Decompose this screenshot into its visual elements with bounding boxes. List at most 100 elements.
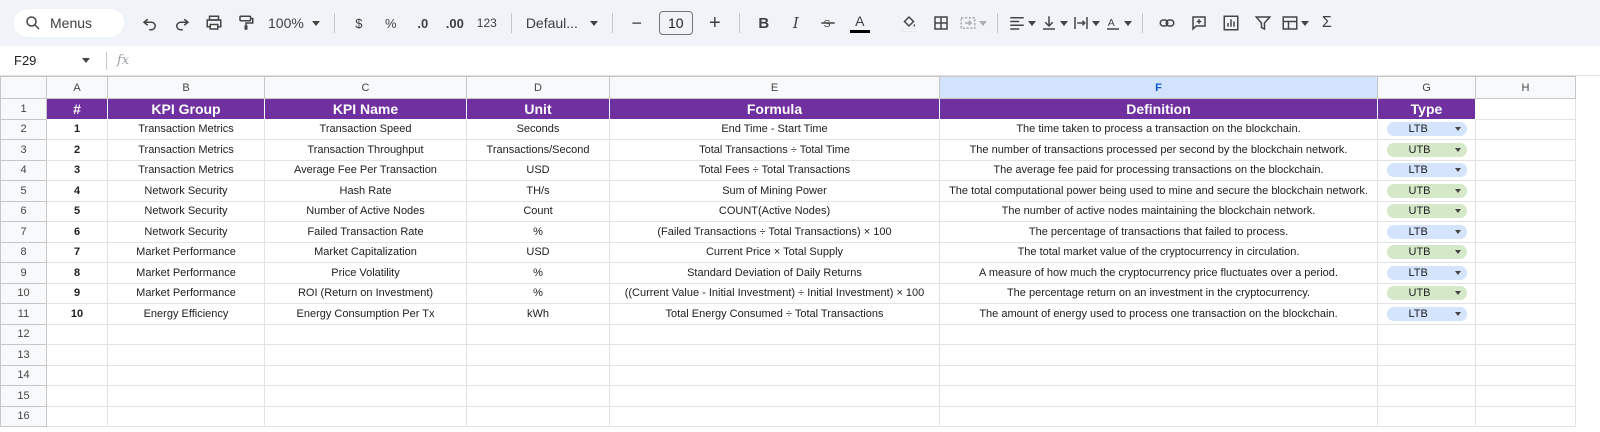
strikethrough-button[interactable]: S (814, 9, 842, 37)
cell[interactable] (939, 323, 1378, 345)
cell[interactable] (1475, 118, 1576, 140)
cell[interactable] (1475, 180, 1576, 202)
filter-views-button[interactable] (1281, 9, 1309, 37)
cell-formula[interactable]: Total Energy Consumed ÷ Total Transactio… (609, 303, 940, 325)
cell-definition[interactable]: The total market value of the cryptocurr… (939, 241, 1378, 263)
cell-formula[interactable]: ((Current Value - Initial Investment) ÷ … (609, 282, 940, 304)
cell-number[interactable]: 8 (46, 262, 108, 284)
cell[interactable] (939, 405, 1378, 427)
type-dropdown-chip[interactable]: LTB (1386, 224, 1467, 239)
cell[interactable] (1475, 200, 1576, 222)
column-header-g[interactable]: G (1377, 76, 1476, 99)
cell-kpi-name[interactable]: Transaction Speed (264, 118, 467, 140)
cell-kpi-group[interactable]: Market Performance (107, 262, 265, 284)
cell-kpi-name[interactable]: Average Fee Per Transaction (264, 159, 467, 181)
cell[interactable] (466, 385, 610, 407)
cell-formula[interactable]: Total Transactions ÷ Total Time (609, 139, 940, 161)
cell[interactable] (107, 323, 265, 345)
type-dropdown-chip[interactable]: LTB (1386, 122, 1467, 137)
cell[interactable] (466, 344, 610, 366)
cell[interactable] (939, 364, 1378, 386)
cell-kpi-group[interactable]: Market Performance (107, 282, 265, 304)
type-dropdown-chip[interactable]: LTB (1386, 306, 1467, 321)
cell-number[interactable]: 7 (46, 241, 108, 263)
cell-unit[interactable]: Count (466, 200, 610, 222)
cell-formula[interactable]: Standard Deviation of Daily Returns (609, 262, 940, 284)
cell[interactable] (1475, 98, 1576, 120)
cell[interactable] (1475, 159, 1576, 181)
cell-unit[interactable]: kWh (466, 303, 610, 325)
horizontal-align-button[interactable] (1008, 9, 1036, 37)
cell-kpi-group[interactable]: Network Security (107, 200, 265, 222)
increase-decimal-button[interactable]: .00 (441, 9, 469, 37)
cell-kpi-group[interactable]: Energy Efficiency (107, 303, 265, 325)
cell[interactable] (46, 344, 108, 366)
row-header[interactable]: 3 (0, 139, 47, 161)
cell-number[interactable]: 10 (46, 303, 108, 325)
column-header-c[interactable]: C (264, 76, 467, 99)
insert-comment-button[interactable] (1185, 9, 1213, 37)
header-cell-type[interactable]: Type (1377, 98, 1476, 120)
cell-type[interactable]: UTB (1377, 139, 1476, 161)
row-header[interactable]: 4 (0, 159, 47, 181)
insert-chart-button[interactable] (1217, 9, 1245, 37)
cell-kpi-group[interactable]: Transaction Metrics (107, 118, 265, 140)
cell-type[interactable]: LTB (1377, 159, 1476, 181)
row-header[interactable]: 14 (0, 364, 47, 386)
cell-type[interactable]: LTB (1377, 118, 1476, 140)
cell[interactable] (609, 405, 940, 427)
cell-kpi-name[interactable]: Hash Rate (264, 180, 467, 202)
cell-definition[interactable]: The number of active nodes maintaining t… (939, 200, 1378, 222)
cell-type[interactable]: UTB (1377, 180, 1476, 202)
cell-kpi-name[interactable]: ROI (Return on Investment) (264, 282, 467, 304)
cell-definition[interactable]: The amount of energy used to process one… (939, 303, 1378, 325)
cell-formula[interactable]: (Failed Transactions ÷ Total Transaction… (609, 221, 940, 243)
cell[interactable] (1475, 139, 1576, 161)
cell[interactable] (466, 364, 610, 386)
header-cell-kpi-name[interactable]: KPI Name (264, 98, 467, 120)
fill-color-button[interactable] (895, 9, 923, 37)
cell[interactable] (264, 385, 467, 407)
cell-number[interactable]: 3 (46, 159, 108, 181)
decrease-decimal-button[interactable]: .0 (409, 9, 437, 37)
cell[interactable] (46, 364, 108, 386)
bold-button[interactable]: B (750, 9, 778, 37)
name-box[interactable]: F29 (0, 53, 100, 68)
cell-kpi-name[interactable]: Market Capitalization (264, 241, 467, 263)
cell-definition[interactable]: The number of transactions processed per… (939, 139, 1378, 161)
cell[interactable] (466, 405, 610, 427)
row-header[interactable]: 11 (0, 303, 47, 325)
cell[interactable] (1475, 385, 1576, 407)
row-header[interactable]: 2 (0, 118, 47, 140)
cell[interactable] (1377, 364, 1476, 386)
cell-definition[interactable]: The total computational power being used… (939, 180, 1378, 202)
cell-definition[interactable]: The percentage return on an investment i… (939, 282, 1378, 304)
header-cell-formula[interactable]: Formula (609, 98, 940, 120)
cell-type[interactable]: UTB (1377, 200, 1476, 222)
cell-formula[interactable]: Total Fees ÷ Total Transactions (609, 159, 940, 181)
row-header[interactable]: 15 (0, 385, 47, 407)
text-rotation-button[interactable]: A (1104, 9, 1132, 37)
print-button[interactable] (200, 9, 228, 37)
text-color-button[interactable]: A (846, 9, 874, 37)
type-dropdown-chip[interactable]: LTB (1386, 163, 1467, 178)
select-all-corner[interactable] (0, 76, 47, 99)
cell[interactable] (264, 405, 467, 427)
cell[interactable] (1475, 323, 1576, 345)
cell[interactable] (1475, 303, 1576, 325)
redo-button[interactable] (168, 9, 196, 37)
header-cell-number[interactable]: # (46, 98, 108, 120)
row-header[interactable]: 5 (0, 180, 47, 202)
cell[interactable] (1377, 344, 1476, 366)
cell-kpi-group[interactable]: Market Performance (107, 241, 265, 263)
cell[interactable] (1377, 405, 1476, 427)
cell-formula[interactable]: Current Price × Total Supply (609, 241, 940, 263)
cell-unit[interactable]: Transactions/Second (466, 139, 610, 161)
cell-number[interactable]: 2 (46, 139, 108, 161)
header-cell-unit[interactable]: Unit (466, 98, 610, 120)
cell-number[interactable]: 5 (46, 200, 108, 222)
font-size-input[interactable]: 10 (658, 11, 693, 35)
insert-link-button[interactable] (1153, 9, 1181, 37)
cell-kpi-name[interactable]: Failed Transaction Rate (264, 221, 467, 243)
row-header[interactable]: 16 (0, 405, 47, 427)
